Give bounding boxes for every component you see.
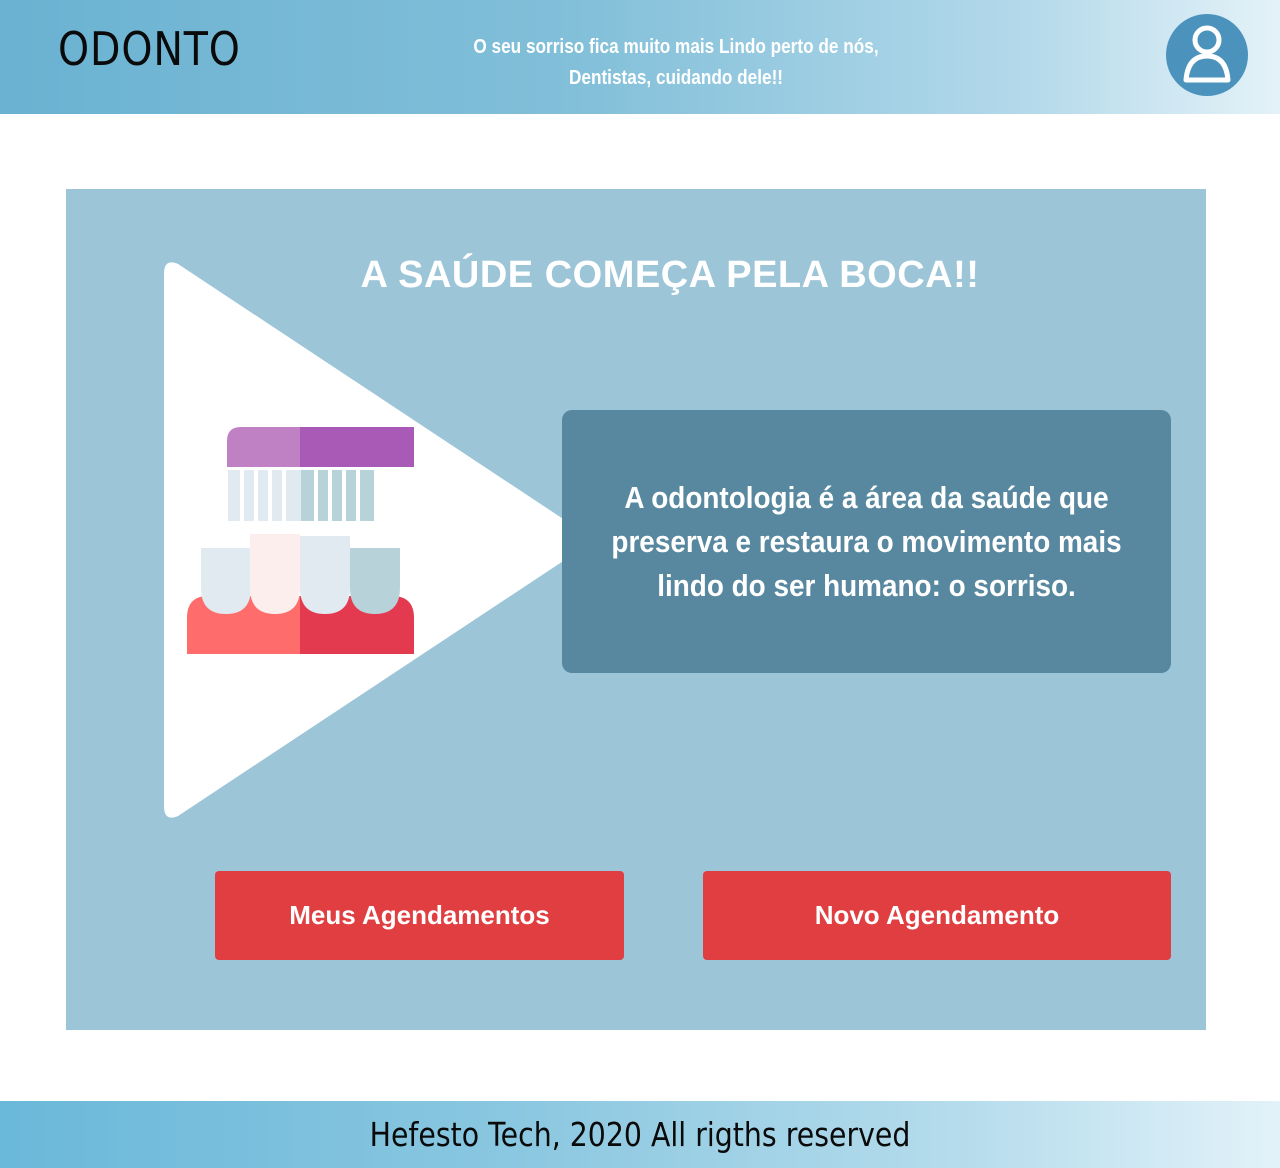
info-box: A odontologia é a área da saúde que pres… (562, 410, 1171, 673)
page-headline: A SAÚDE COMEÇA PELA BOCA!! (360, 254, 980, 296)
footer: Hefesto Tech, 2020 All rigths reserved (0, 1101, 1280, 1168)
header-tagline: O seu sorriso fica muito mais Lindo pert… (418, 32, 934, 94)
header: ODONTO O seu sorriso fica muito mais Lin… (0, 0, 1280, 114)
footer-copyright: Hefesto Tech, 2020 All rigths reserved (369, 1115, 911, 1154)
user-avatar-icon[interactable] (1166, 14, 1248, 96)
brand-logo-text[interactable]: ODONTO (58, 22, 241, 76)
tagline-line-2: Dentistas, cuidando dele!! (568, 67, 784, 89)
tagline-line-1: O seu sorriso fica muito mais Lindo pert… (473, 36, 879, 58)
info-text: A odontologia é a área da saúde que pres… (611, 480, 1122, 603)
novo-agendamento-button[interactable]: Novo Agendamento (703, 871, 1171, 960)
toothbrush-teeth-icon (186, 426, 416, 656)
meus-agendamentos-button[interactable]: Meus Agendamentos (215, 871, 624, 960)
